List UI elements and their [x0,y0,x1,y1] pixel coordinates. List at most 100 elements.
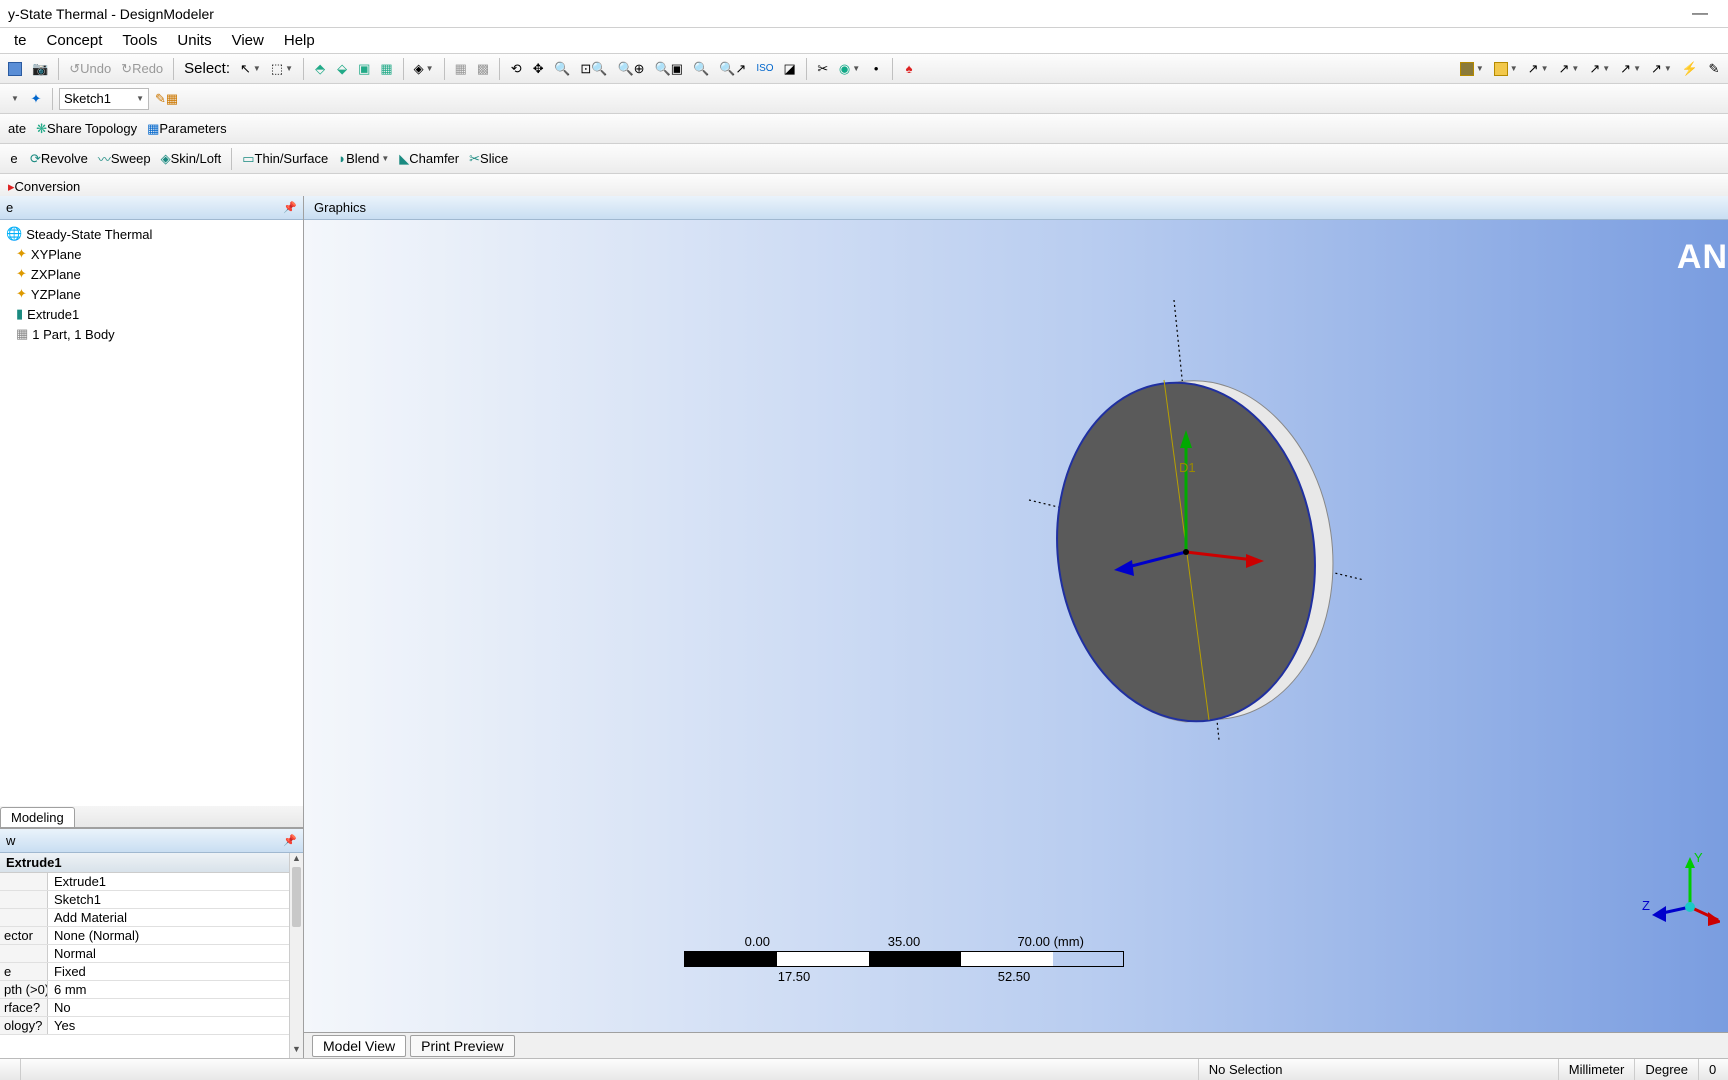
constraint-1[interactable]: ↗▼ [1524,58,1553,80]
zoom-prev[interactable]: 🔍 [689,58,713,80]
conversion-button[interactable]: ▸Conversion [4,176,84,198]
filter-edge[interactable]: ⬙ [332,58,352,80]
scroll-thumb[interactable] [292,867,301,927]
undo-label: Undo [80,61,111,76]
constraint-5[interactable]: ↗▼ [1647,58,1676,80]
plane-dropdown[interactable]: ▼ [4,88,24,110]
menu-create[interactable]: te [4,30,37,51]
tree-parts[interactable]: ▦1 Part, 1 Body [6,324,297,344]
blend-button[interactable]: ◗Blend▼ [334,148,393,170]
sweep-label: Sweep [111,151,151,166]
details-grid[interactable]: Extrude1 Extrude1 Sketch1 Add Material e… [0,853,303,1058]
tree-yzplane-label: YZPlane [31,287,81,302]
tree-extrude1[interactable]: ▮Extrude1 [6,304,297,324]
view-cube[interactable]: ◪ [780,58,800,80]
detail-value[interactable]: Normal [48,945,303,962]
scroll-up-icon[interactable]: ▲ [290,853,303,867]
menu-view[interactable]: View [222,30,274,51]
filter-face[interactable]: ▣ [354,58,374,80]
detail-value[interactable]: Extrude1 [48,873,303,890]
menu-units[interactable]: Units [167,30,221,51]
skinloft-button[interactable]: ◈Skin/Loft [157,148,226,170]
detail-value[interactable]: No [48,999,303,1016]
toolbar-feature: e ⟳Revolve 〰Sweep ◈Skin/Loft ▭Thin/Surfa… [0,144,1728,174]
menu-help[interactable]: Help [274,30,325,51]
save-button[interactable] [4,58,26,80]
scroll-down-icon[interactable]: ▼ [290,1044,303,1058]
revolve-button[interactable]: ⟳Revolve [26,148,92,170]
title-bar: y-State Thermal - DesignModeler — [0,0,1728,28]
constraint-7[interactable]: ✎ [1704,58,1724,80]
parameters-button[interactable]: ▦Parameters [143,118,231,140]
new-plane[interactable]: ✦ [26,88,46,110]
chamfer-button[interactable]: ◣Chamfer [395,148,463,170]
detail-row: pth (>0)6 mm [0,981,303,999]
minimize-button[interactable]: — [1680,5,1720,23]
menu-concept[interactable]: Concept [37,30,113,51]
details-scrollbar[interactable]: ▲ ▼ [289,853,303,1058]
menu-tools[interactable]: Tools [112,30,167,51]
wireframe-button[interactable]: • [866,58,886,80]
tab-print-preview[interactable]: Print Preview [410,1035,514,1057]
tree-root[interactable]: 🌐Steady-State Thermal [6,224,297,244]
constraint-4[interactable]: ↗▼ [1616,58,1645,80]
plane-icon: ✦ [16,286,27,302]
zoom-fit[interactable]: 🔍⊕ [613,58,648,80]
unknown-1[interactable]: ▦ [451,58,471,80]
thin-surface-button[interactable]: ▭Thin/Surface [238,148,332,170]
pan-button[interactable]: ✥ [528,58,548,80]
camera-button[interactable]: 📷 [28,58,52,80]
unknown-2[interactable]: ▩ [473,58,493,80]
new-sketch[interactable]: ✎▦ [151,88,182,110]
tree-yzplane[interactable]: ✦ YZPlane [6,284,297,304]
graphics-header: Graphics [304,196,1728,220]
extrude-button[interactable]: e [4,148,24,170]
redo-label: Redo [132,61,163,76]
view-triad[interactable]: Y Z [1640,852,1720,932]
zoom-sel[interactable]: 🔍▣ [651,58,687,80]
detail-value[interactable]: None (Normal) [48,927,303,944]
detail-value[interactable]: Fixed [48,963,303,980]
color-2[interactable]: ▼ [1490,58,1522,80]
constraint-2[interactable]: ↗▼ [1555,58,1584,80]
slice-button[interactable]: ✂Slice [465,148,512,170]
filter-point[interactable]: ⬘ [310,58,330,80]
tree-zxplane[interactable]: ✦ZXPlane [6,264,297,284]
zoom-button[interactable]: 🔍 [550,58,574,80]
share-topology-label: Share Topology [47,121,137,136]
extrude-icon: ▮ [16,306,23,322]
look-at[interactable]: 🔍↗ [715,58,750,80]
parameters-label: Parameters [159,121,226,136]
select-box[interactable]: ⬚▼ [267,58,297,80]
detail-value[interactable]: Add Material [48,909,303,926]
constraint-3[interactable]: ↗▼ [1585,58,1614,80]
undo-button[interactable]: ↺Undo [65,58,115,80]
share-topology-button[interactable]: ❋Share Topology [32,118,141,140]
redo-button[interactable]: ↻Redo [117,58,167,80]
ruler-button[interactable]: ✂ [813,58,833,80]
iso-view[interactable]: ISO [752,58,777,80]
tab-model-view[interactable]: Model View [312,1035,406,1057]
graphics-viewport[interactable]: AN [304,220,1728,1032]
filter-body[interactable]: ▦ [376,58,396,80]
generate-button[interactable]: ate [4,118,30,140]
tab-modeling[interactable]: Modeling [0,807,75,827]
sketch-combo-value: Sketch1 [64,91,111,106]
pin-icon[interactable]: 📌 [283,201,297,214]
sketch-combo[interactable]: Sketch1▼ [59,88,149,110]
pin-icon[interactable]: 📌 [283,834,297,847]
display-style[interactable]: ◉▼ [835,58,864,80]
outline-tree[interactable]: 🌐Steady-State Thermal ✦XYPlane ✦ZXPlane … [0,220,303,806]
detail-value[interactable]: Sketch1 [48,891,303,908]
detail-value[interactable]: 6 mm [48,981,303,998]
zoom-box[interactable]: ⊡🔍 [576,58,611,80]
color-1[interactable]: ▼ [1456,58,1488,80]
select-cursor[interactable]: ↖▼ [236,58,265,80]
sweep-button[interactable]: 〰Sweep [94,148,155,170]
help-tool[interactable]: ♠ [899,58,919,80]
tree-xyplane[interactable]: ✦XYPlane [6,244,297,264]
extend-select[interactable]: ◈▼ [410,58,438,80]
rotate-button[interactable]: ⟲ [506,58,526,80]
detail-value[interactable]: Yes [48,1017,303,1034]
constraint-6[interactable]: ⚡ [1678,58,1702,80]
